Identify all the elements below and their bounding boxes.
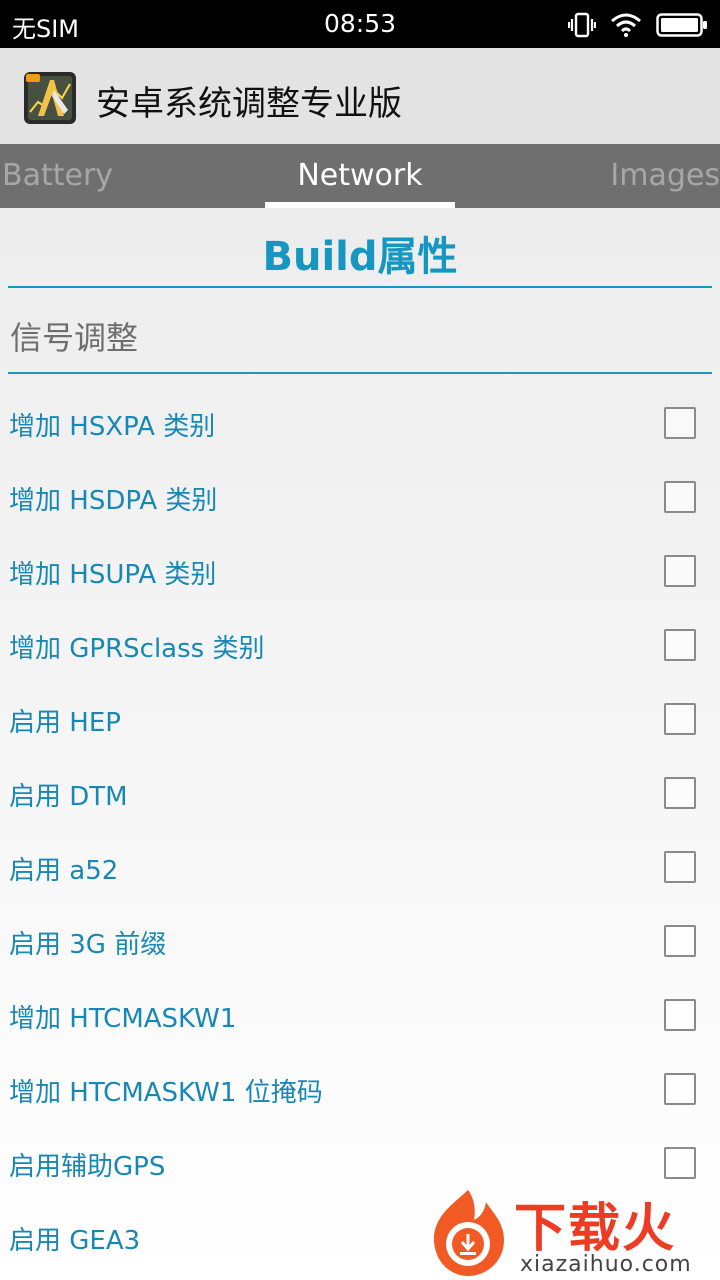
checkbox[interactable] (664, 1073, 696, 1105)
list-item[interactable]: 增加 HSUPA 类别 (0, 534, 720, 608)
settings-list: 增加 HSXPA 类别 增加 HSDPA 类别 增加 HSUPA 类别 增加 G… (0, 386, 720, 1274)
list-item-label: 增加 GPRSclass 类别 (9, 634, 265, 664)
tab-selected-indicator (265, 202, 455, 208)
list-item-label: 启用 a52 (9, 856, 119, 886)
status-icons (568, 10, 708, 40)
list-item-label: 增加 HSDPA 类别 (9, 486, 218, 516)
checkbox[interactable] (664, 407, 696, 439)
list-item-label: 增加 HSUPA 类别 (9, 560, 217, 590)
list-item[interactable]: 启用 3G 前缀 (0, 904, 720, 978)
watermark: 下载火 xiazaihuo.com (424, 1184, 720, 1280)
tab-images[interactable]: Images (610, 158, 720, 193)
watermark-url: xiazaihuo.com (520, 1252, 692, 1277)
flame-logo-icon (433, 1190, 504, 1276)
list-item[interactable]: 增加 GPRSclass 类别 (0, 608, 720, 682)
vibrate-icon (568, 12, 596, 38)
list-item-label: 增加 HSXPA 类别 (9, 412, 216, 442)
list-item[interactable]: 启用 HEP (0, 682, 720, 756)
list-item-label: 启用 3G 前缀 (9, 930, 167, 960)
list-item[interactable]: 启用 a52 (0, 830, 720, 904)
checkbox[interactable] (664, 629, 696, 661)
section-divider (8, 286, 712, 288)
list-item[interactable]: 增加 HTCMASKW1 位掩码 (0, 1052, 720, 1126)
wifi-icon (611, 13, 641, 37)
list-item-label: 启用 GEA3 (9, 1226, 141, 1256)
list-item-label: 启用 HEP (9, 708, 121, 738)
checkbox[interactable] (664, 999, 696, 1031)
list-item-label: 启用 DTM (9, 782, 128, 812)
tab-bar: Battery Network Images (0, 144, 720, 208)
list-item[interactable]: 增加 HSXPA 类别 (0, 386, 720, 460)
app-title: 安卓系统调整专业版 (96, 84, 402, 124)
app-logo-icon[interactable] (24, 72, 76, 124)
checkbox[interactable] (664, 481, 696, 513)
list-item-label: 增加 HTCMASKW1 (9, 1004, 237, 1034)
watermark-text: 下载火 (514, 1199, 677, 1259)
category-title: 信号调整 (10, 319, 139, 357)
checkbox[interactable] (664, 777, 696, 809)
checkbox[interactable] (664, 851, 696, 883)
battery-icon (656, 13, 707, 37)
status-bar: 无SIM 08:53 (0, 0, 720, 48)
checkbox[interactable] (664, 1147, 696, 1179)
app-bar: 安卓系统调整专业版 (0, 48, 720, 144)
list-item[interactable]: 增加 HSDPA 类别 (0, 460, 720, 534)
checkbox[interactable] (664, 703, 696, 735)
list-item-label: 增加 HTCMASKW1 位掩码 (9, 1078, 323, 1108)
section-title: Build属性 (262, 234, 458, 280)
list-item[interactable]: 增加 HTCMASKW1 (0, 978, 720, 1052)
checkbox[interactable] (664, 925, 696, 957)
list-item[interactable]: 启用 DTM (0, 756, 720, 830)
checkbox[interactable] (664, 555, 696, 587)
category-divider (8, 372, 712, 374)
list-item-label: 启用辅助GPS (9, 1152, 166, 1182)
